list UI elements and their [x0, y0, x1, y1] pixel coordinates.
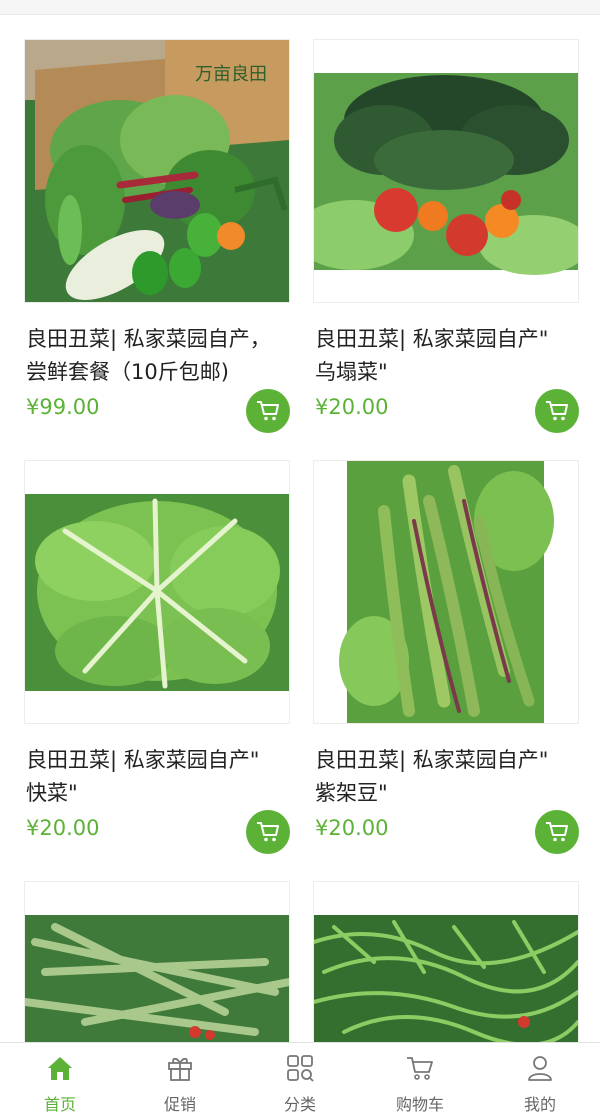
tab-cart[interactable]: 购物车: [360, 1043, 480, 1117]
product-title[interactable]: 良田丑菜| 私家菜园自产" 紫架豆": [315, 744, 587, 810]
product-price: ¥99.00: [26, 395, 100, 419]
product-image[interactable]: 万亩良田: [24, 39, 290, 303]
wutacai-with-tomatoes-photo: [314, 40, 578, 302]
cart-icon: [257, 401, 279, 421]
purple-beans-photo: [314, 461, 578, 723]
frisee-greens-photo: [314, 882, 578, 1042]
kuaicai-photo: [25, 461, 289, 723]
product-image[interactable]: [313, 881, 579, 1042]
product-image[interactable]: [24, 881, 290, 1042]
add-to-cart-button[interactable]: [246, 810, 290, 854]
product-title[interactable]: 良田丑菜| 私家菜园自产" 乌塌菜": [315, 323, 587, 389]
tab-profile[interactable]: 我的: [480, 1043, 600, 1117]
tab-promotions[interactable]: 促销: [120, 1043, 240, 1117]
gift-icon: [168, 1057, 192, 1081]
product-title[interactable]: 良田丑菜| 私家菜园自产" 快菜": [26, 744, 298, 810]
box-brand-label: 万亩良田: [195, 64, 267, 84]
cart-icon: [257, 822, 279, 842]
bottom-tab-bar: 首页 促销 分类 购物车 我的: [0, 1042, 600, 1117]
tab-label: 分类: [283, 1095, 316, 1114]
tab-home[interactable]: 首页: [0, 1043, 120, 1117]
tab-label: 首页: [43, 1095, 76, 1114]
long-leaf-greens-photo: [25, 882, 289, 1042]
product-image[interactable]: [313, 460, 579, 724]
cart-icon: [546, 401, 568, 421]
product-price: ¥20.00: [315, 395, 389, 419]
add-to-cart-button[interactable]: [246, 389, 290, 433]
product-list[interactable]: 万亩良田 良田丑菜| 私家菜园自产， 尝鲜套餐（10斤包邮) ¥99.00 良田…: [0, 15, 600, 1042]
product-price: ¥20.00: [26, 816, 100, 840]
user-icon: [528, 1056, 552, 1081]
tab-label: 购物车: [395, 1095, 444, 1114]
cart-icon: [407, 1057, 433, 1080]
top-status-strip: [0, 0, 600, 15]
product-title[interactable]: 良田丑菜| 私家菜园自产， 尝鲜套餐（10斤包邮): [26, 323, 298, 389]
category-grid-icon: [287, 1055, 314, 1082]
tab-categories[interactable]: 分类: [240, 1043, 360, 1117]
cart-icon: [546, 822, 568, 842]
home-icon: [48, 1057, 72, 1080]
product-price: ¥20.00: [315, 816, 389, 840]
product-image[interactable]: [24, 460, 290, 724]
tab-label: 促销: [163, 1095, 196, 1114]
product-image[interactable]: [313, 39, 579, 303]
add-to-cart-button[interactable]: [535, 389, 579, 433]
vegetable-box-photo: 万亩良田: [25, 40, 289, 302]
add-to-cart-button[interactable]: [535, 810, 579, 854]
tab-label: 我的: [523, 1095, 556, 1114]
